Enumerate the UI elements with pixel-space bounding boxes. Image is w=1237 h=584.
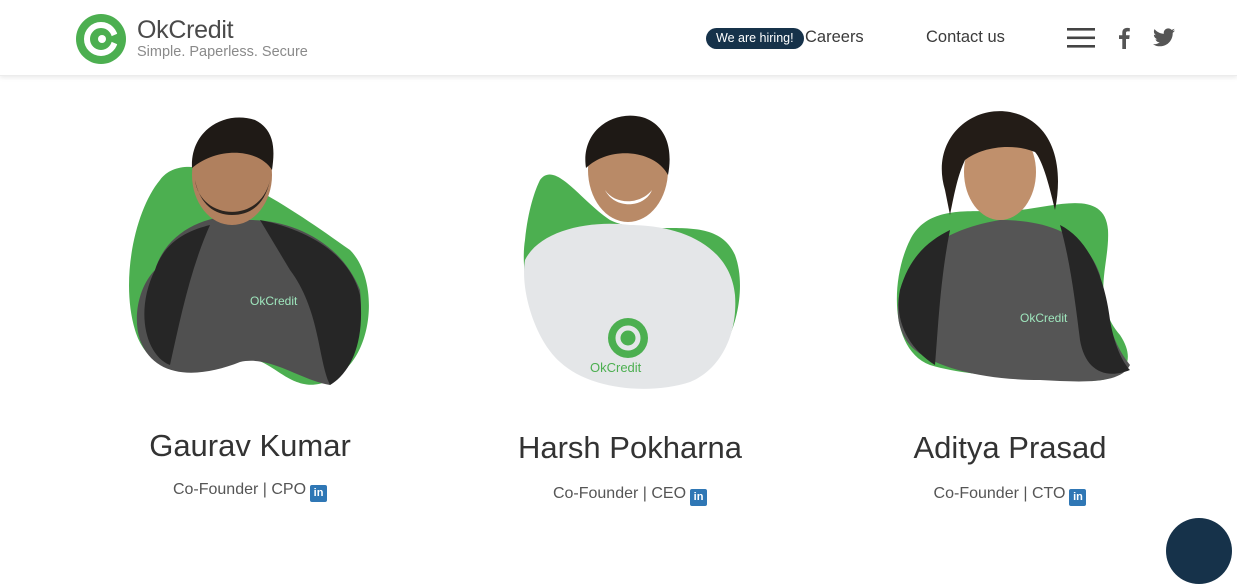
member-role: Co-Founder | CEO in	[440, 485, 820, 506]
member-name: Gaurav Kumar	[149, 428, 351, 463]
okcredit-logo-icon[interactable]	[75, 13, 127, 65]
nav-contact-link[interactable]: Contact us	[926, 28, 1005, 47]
member-name: Harsh Pokharna	[517, 430, 742, 465]
team-member-photo: OkCredit	[896, 111, 1130, 382]
shirt-logo-text: OkCredit	[590, 360, 642, 375]
linkedin-icon[interactable]: in	[310, 485, 328, 502]
nav-careers-link[interactable]: Careers	[805, 28, 864, 47]
member-role-text: Co-Founder | CTO	[933, 485, 1066, 502]
shirt-logo-text: OkCredit	[250, 294, 298, 308]
brand-tagline: Simple. Paperless. Secure	[137, 44, 308, 60]
shirt-logo-text: OkCredit	[1020, 311, 1068, 325]
team-member-photo: OkCredit	[129, 117, 369, 385]
team-member-photo: OkCredit	[523, 115, 740, 389]
brand-name[interactable]: OkCredit	[137, 16, 234, 45]
linkedin-icon[interactable]: in	[690, 489, 708, 506]
chat-button[interactable]	[1166, 518, 1232, 584]
twitter-icon[interactable]	[1153, 28, 1175, 47]
linkedin-icon[interactable]: in	[1069, 489, 1087, 506]
member-role-text: Co-Founder | CPO	[172, 481, 307, 498]
site-header: OkCredit Simple. Paperless. Secure We ar…	[0, 0, 1237, 76]
facebook-icon[interactable]	[1116, 27, 1132, 49]
menu-icon[interactable]	[1067, 27, 1095, 49]
member-role: Co-Founder | CTO in	[820, 485, 1200, 506]
member-role: Co-Founder | CPO in	[60, 481, 440, 502]
member-name: Aditya Prasad	[913, 430, 1107, 465]
member-role-text: Co-Founder | CEO	[552, 485, 687, 502]
hiring-badge[interactable]: We are hiring!	[706, 28, 804, 49]
